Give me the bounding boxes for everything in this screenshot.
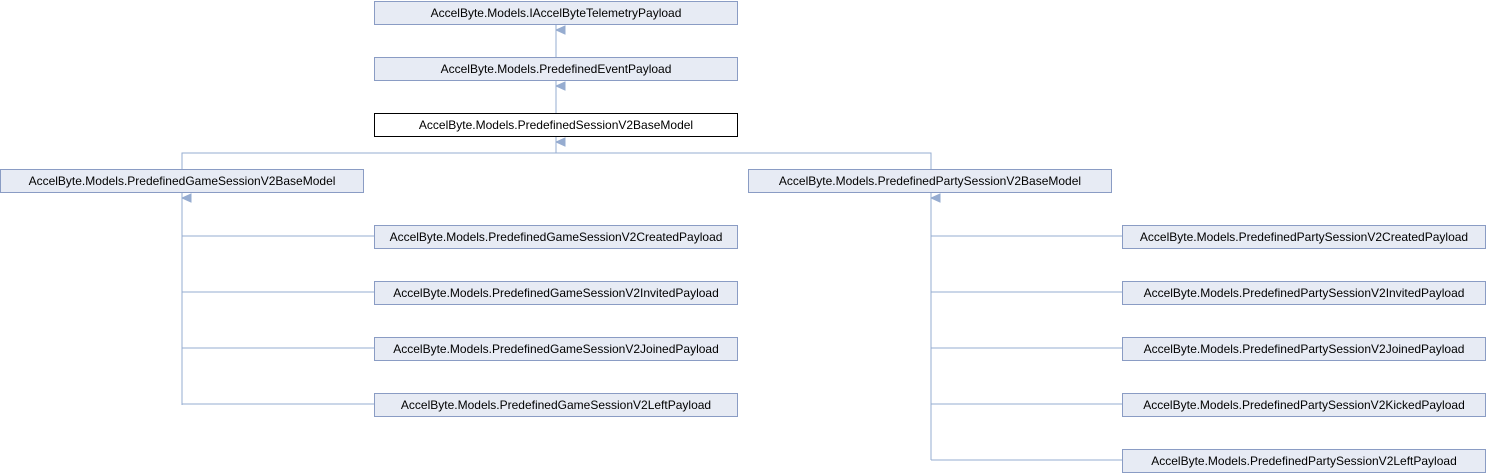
class-node-predefined-event-payload[interactable]: AccelByte.Models.PredefinedEventPayload [374, 57, 738, 81]
class-node-predefined-game-session-v2-left-payload[interactable]: AccelByte.Models.PredefinedGameSessionV2… [374, 393, 738, 417]
class-node-predefined-game-session-v2-invited-payload[interactable]: AccelByte.Models.PredefinedGameSessionV2… [374, 281, 738, 305]
class-node-predefined-party-session-v2-kicked-payload[interactable]: AccelByte.Models.PredefinedPartySessionV… [1122, 393, 1486, 417]
class-node-predefined-party-session-v2-created-payload[interactable]: AccelByte.Models.PredefinedPartySessionV… [1122, 225, 1486, 249]
class-node-predefined-game-session-v2-joined-payload[interactable]: AccelByte.Models.PredefinedGameSessionV2… [374, 337, 738, 361]
edge-game-session-base-to-session-v2-base [181, 152, 556, 169]
class-node-predefined-session-v2-base-model: AccelByte.Models.PredefinedSessionV2Base… [374, 113, 738, 137]
class-node-predefined-game-session-v2-base-model[interactable]: AccelByte.Models.PredefinedGameSessionV2… [0, 169, 364, 193]
class-node-predefined-party-session-v2-joined-payload[interactable]: AccelByte.Models.PredefinedPartySessionV… [1122, 337, 1486, 361]
class-node-predefined-party-session-v2-left-payload[interactable]: AccelByte.Models.PredefinedPartySessionV… [1122, 449, 1486, 473]
class-node-predefined-game-session-v2-created-payload[interactable]: AccelByte.Models.PredefinedGameSessionV2… [374, 225, 738, 249]
class-node-iaccelbyte-telemetry-payload[interactable]: AccelByte.Models.IAccelByteTelemetryPayl… [374, 1, 738, 25]
class-node-predefined-party-session-v2-invited-payload[interactable]: AccelByte.Models.PredefinedPartySessionV… [1122, 281, 1486, 305]
class-node-predefined-party-session-v2-base-model[interactable]: AccelByte.Models.PredefinedPartySessionV… [748, 169, 1112, 193]
inheritance-diagram: AccelByte.Models.IAccelByteTelemetryPayl… [0, 0, 1486, 473]
edge-party-session-base-to-session-v2-base [556, 152, 932, 169]
